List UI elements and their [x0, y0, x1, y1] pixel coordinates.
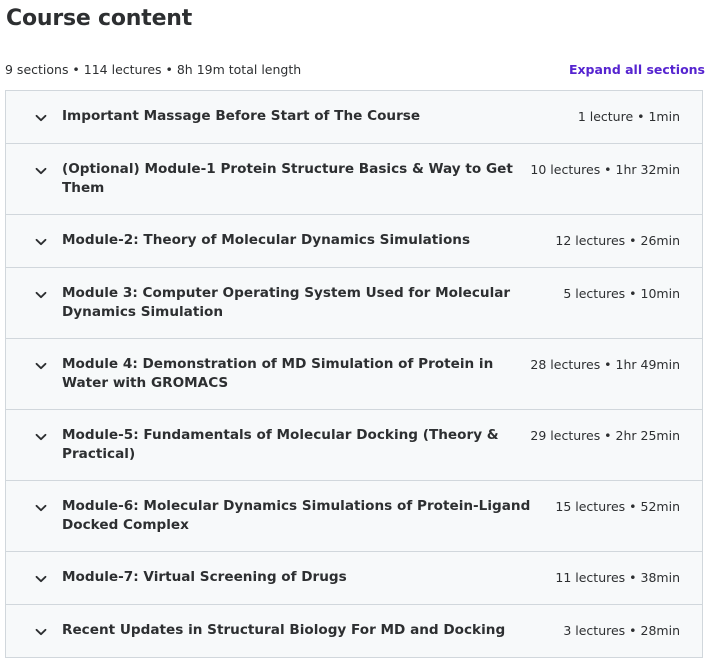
section-meta: 29 lectures • 2hr 25min	[530, 428, 680, 443]
section-header-8[interactable]: Recent Updates in Structural Biology For…	[6, 605, 702, 658]
chevron-down-icon	[34, 572, 48, 586]
page-title: Course content	[6, 6, 193, 31]
chevron-down-icon	[34, 164, 48, 178]
section-meta: 11 lectures • 38min	[555, 570, 680, 585]
chevron-down-icon	[34, 235, 48, 249]
section-title: Module 4: Demonstration of MD Simulation…	[62, 356, 494, 391]
course-content-panel: Course content 9 sections • 114 lectures…	[0, 0, 705, 660]
section-meta: 3 lectures • 28min	[563, 623, 680, 638]
section-meta: 10 lectures • 1hr 32min	[530, 162, 680, 177]
chevron-down-icon	[34, 111, 48, 125]
section-title: (Optional) Module-1 Protein Structure Ba…	[62, 161, 513, 196]
section-header-4[interactable]: Module 4: Demonstration of MD Simulation…	[6, 339, 702, 410]
section-header-1[interactable]: (Optional) Module-1 Protein Structure Ba…	[6, 144, 702, 215]
section-header-2[interactable]: Module-2: Theory of Molecular Dynamics S…	[6, 215, 702, 268]
chevron-down-icon	[34, 625, 48, 639]
summary-row: 9 sections • 114 lectures • 8h 19m total…	[5, 61, 705, 79]
section-title: Module-6: Molecular Dynamics Simulations…	[62, 498, 531, 533]
chevron-down-icon	[34, 430, 48, 444]
section-title: Module-7: Virtual Screening of Drugs	[62, 569, 347, 585]
section-header-6[interactable]: Module-6: Molecular Dynamics Simulations…	[6, 481, 702, 552]
chevron-down-icon	[34, 501, 48, 515]
section-header-0[interactable]: Important Massage Before Start of The Co…	[6, 91, 702, 144]
section-meta: 15 lectures • 52min	[555, 499, 680, 514]
section-header-3[interactable]: Module 3: Computer Operating System Used…	[6, 268, 702, 339]
sections-list: Important Massage Before Start of The Co…	[5, 90, 703, 658]
section-title: Module 3: Computer Operating System Used…	[62, 285, 511, 320]
section-header-5[interactable]: Module-5: Fundamentals of Molecular Dock…	[6, 410, 702, 481]
expand-all-sections-button[interactable]: Expand all sections	[569, 61, 705, 79]
course-summary: 9 sections • 114 lectures • 8h 19m total…	[5, 62, 302, 77]
section-title: Important Massage Before Start of The Co…	[62, 108, 421, 124]
section-meta: 28 lectures • 1hr 49min	[530, 357, 680, 372]
section-header-7[interactable]: Module-7: Virtual Screening of Drugs 11 …	[6, 552, 702, 605]
chevron-down-icon	[34, 288, 48, 302]
section-title: Module-5: Fundamentals of Molecular Dock…	[62, 427, 499, 462]
chevron-down-icon	[34, 359, 48, 373]
section-meta: 12 lectures • 26min	[555, 233, 680, 248]
section-title: Module-2: Theory of Molecular Dynamics S…	[62, 232, 471, 248]
section-title: Recent Updates in Structural Biology For…	[62, 622, 506, 638]
section-meta: 1 lecture • 1min	[577, 109, 680, 124]
section-meta: 5 lectures • 10min	[563, 286, 680, 301]
